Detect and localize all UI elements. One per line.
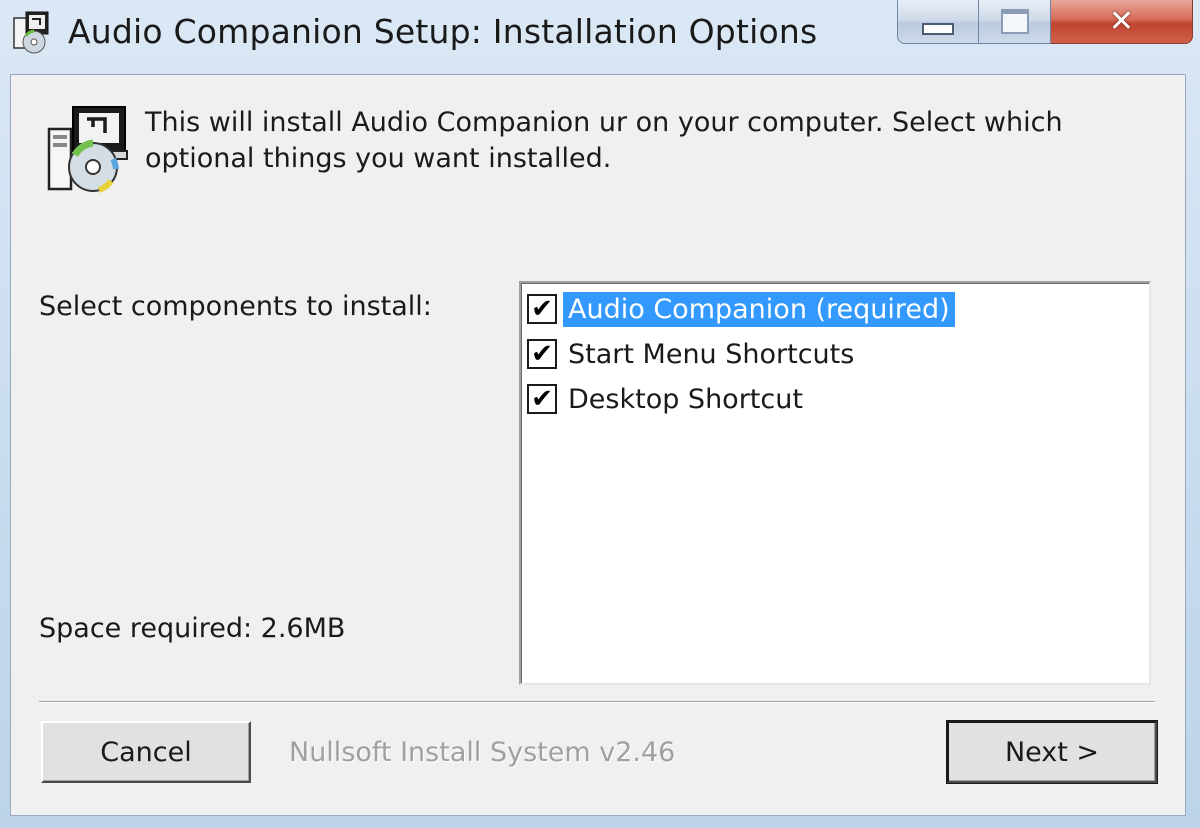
minimize-button[interactable] <box>897 0 979 44</box>
installer-cd-icon <box>47 106 128 193</box>
installer-branding: Nullsoft Install System v2.46 <box>289 737 676 768</box>
title-bar[interactable]: Audio Companion Setup: Installation Opti… <box>0 0 1200 72</box>
header-description: This will install Audio Companion ur on … <box>145 107 1063 174</box>
checkbox-start-menu-shortcuts[interactable]: ✔ <box>527 339 557 369</box>
close-icon: ✕ <box>1108 4 1135 39</box>
component-item-start-menu-shortcuts[interactable]: ✔ Start Menu Shortcuts <box>527 334 859 374</box>
maximize-icon <box>1000 9 1029 34</box>
component-item-audio-companion[interactable]: ✔ Audio Companion (required) <box>527 289 955 329</box>
close-button[interactable]: ✕ <box>1051 0 1193 44</box>
footer-divider <box>39 701 1155 703</box>
maximize-button[interactable] <box>979 0 1051 44</box>
minimize-icon <box>922 22 954 35</box>
components-tree[interactable]: ✔ Audio Companion (required) ✔ Start Men… <box>519 281 1151 685</box>
checkbox-audio-companion[interactable]: ✔ <box>527 294 557 324</box>
installer-icon <box>13 11 49 54</box>
caption-buttons: ✕ <box>897 0 1193 46</box>
space-required-label: Space required: 2.6MB <box>39 613 346 644</box>
cancel-button[interactable]: Cancel <box>41 721 251 783</box>
component-label: Start Menu Shortcuts <box>568 338 855 370</box>
component-label: Audio Companion (required) <box>563 291 955 327</box>
next-button[interactable]: Next > <box>946 720 1158 784</box>
select-components-label: Select components to install: <box>39 291 432 322</box>
checkbox-desktop-shortcut[interactable]: ✔ <box>527 384 557 414</box>
dialog-client-area: This will install Audio Companion ur on … <box>10 74 1186 816</box>
setup-window: Audio Companion Setup: Installation Opti… <box>0 0 1200 828</box>
component-label: Desktop Shortcut <box>568 383 803 415</box>
component-item-desktop-shortcut[interactable]: ✔ Desktop Shortcut <box>527 379 808 419</box>
window-title: Audio Companion Setup: Installation Opti… <box>68 12 818 51</box>
